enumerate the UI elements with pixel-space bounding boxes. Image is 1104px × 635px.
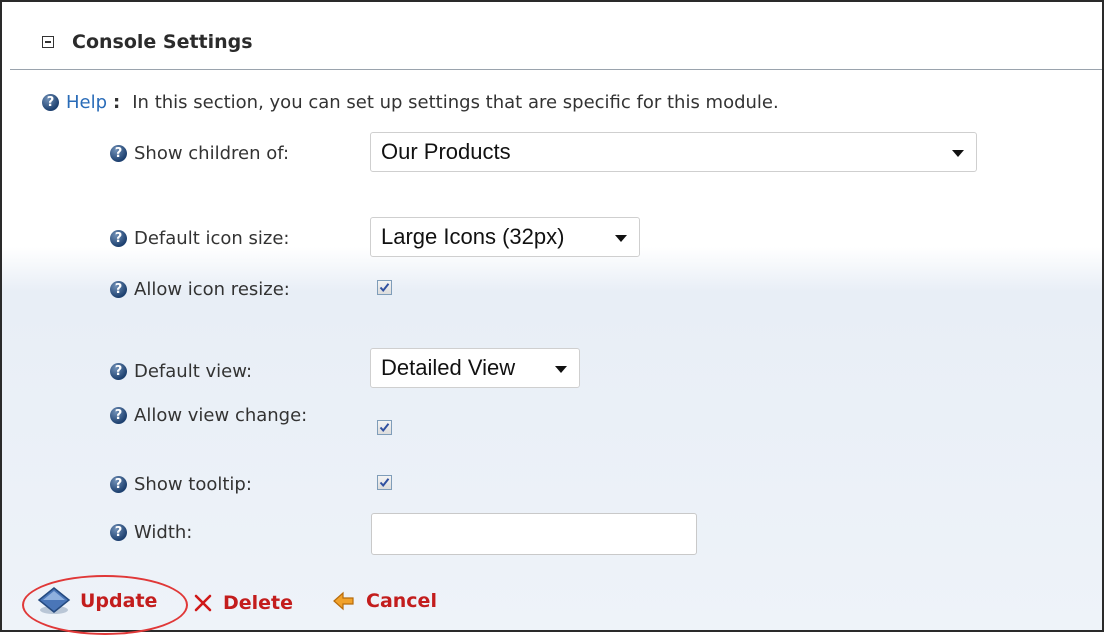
section-header: Console Settings <box>42 28 253 56</box>
show-children-value: Our Products <box>381 139 511 164</box>
question-circle-icon[interactable]: ? <box>110 476 127 493</box>
default-view-select[interactable]: Detailed View <box>370 348 580 388</box>
allow-icon-resize-checkbox[interactable] <box>377 280 392 295</box>
question-circle-icon[interactable]: ? <box>110 407 127 424</box>
allow-view-change-label: Allow view change: <box>134 405 308 426</box>
show-children-row: ? Show children of: <box>110 143 289 164</box>
default-icon-size-label: Default icon size: <box>134 228 290 249</box>
show-tooltip-label: Show tooltip: <box>134 474 252 495</box>
chevron-down-icon <box>555 366 567 373</box>
show-children-select[interactable]: Our Products <box>370 132 977 172</box>
update-label: Update <box>80 590 158 612</box>
default-icon-size-value: Large Icons (32px) <box>381 224 565 249</box>
cancel-button[interactable]: Cancel <box>332 590 437 612</box>
allow-view-change-row: ? Allow view change: <box>110 405 307 426</box>
allow-icon-resize-label: Allow icon resize: <box>134 279 290 300</box>
section-title: Console Settings <box>72 31 253 53</box>
help-colon: : <box>113 92 121 113</box>
checkmark-icon <box>379 283 390 293</box>
width-row: ? Width: <box>110 522 192 543</box>
section-divider <box>10 69 1102 70</box>
question-circle-icon: ? <box>42 94 59 111</box>
question-circle-icon[interactable]: ? <box>110 145 127 162</box>
default-view-value: Detailed View <box>381 355 516 380</box>
question-circle-icon[interactable]: ? <box>110 230 127 247</box>
arrow-left-icon <box>333 591 354 611</box>
question-circle-icon[interactable]: ? <box>110 281 127 298</box>
allow-view-change-checkbox[interactable] <box>377 420 392 435</box>
help-line: ? Help : In this section, you can set up… <box>42 92 779 113</box>
chevron-down-icon <box>615 235 627 242</box>
help-text: In this section, you can set up settings… <box>132 92 779 113</box>
settings-panel: Console Settings ? Help : In this sectio… <box>0 0 1104 635</box>
allow-icon-resize-row: ? Allow icon resize: <box>110 279 290 300</box>
show-tooltip-checkbox[interactable] <box>377 475 392 490</box>
cancel-label: Cancel <box>366 590 437 612</box>
checkmark-icon <box>379 423 390 433</box>
default-icon-size-select[interactable]: Large Icons (32px) <box>370 217 640 257</box>
collapse-icon[interactable] <box>42 36 54 48</box>
default-view-label: Default view: <box>134 361 253 382</box>
update-diamond-icon <box>37 587 71 614</box>
x-icon <box>194 594 212 612</box>
default-icon-size-row: ? Default icon size: <box>110 228 290 249</box>
chevron-down-icon <box>952 150 964 157</box>
default-view-row: ? Default view: <box>110 361 252 382</box>
checkmark-icon <box>379 478 390 488</box>
show-tooltip-row: ? Show tooltip: <box>110 474 252 495</box>
delete-label: Delete <box>223 592 294 614</box>
delete-button[interactable]: Delete <box>193 592 293 614</box>
width-label: Width: <box>134 522 193 543</box>
show-children-label: Show children of: <box>134 143 290 164</box>
question-circle-icon[interactable]: ? <box>110 524 127 541</box>
width-input[interactable] <box>371 513 697 555</box>
help-link[interactable]: Help <box>66 92 107 113</box>
question-circle-icon[interactable]: ? <box>110 363 127 380</box>
update-button[interactable]: Update <box>36 586 157 616</box>
